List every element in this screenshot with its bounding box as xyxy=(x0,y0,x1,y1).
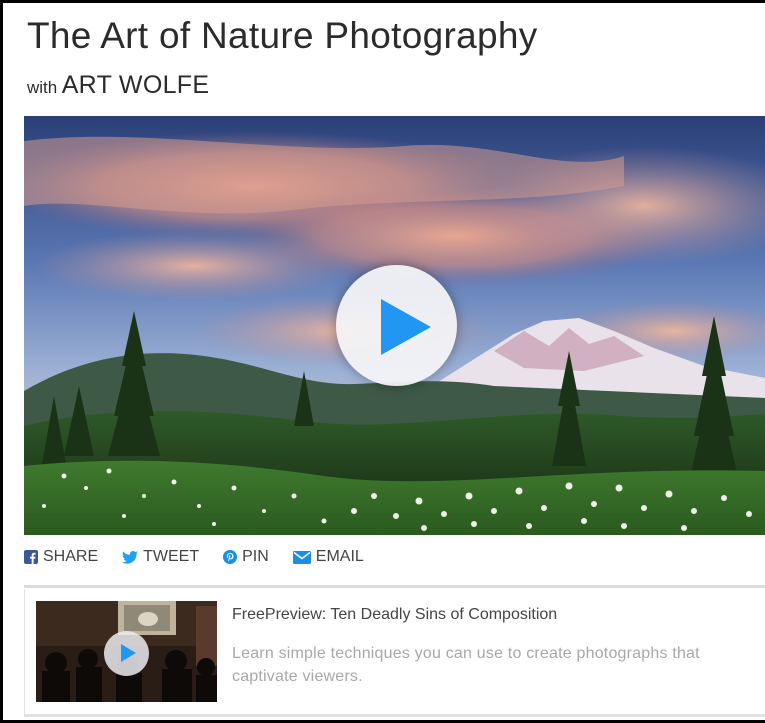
instructor-name[interactable]: ART WOLFE xyxy=(62,71,210,99)
share-bar: SHARE TWEET PIN EMAIL xyxy=(24,548,364,566)
preview-play-button[interactable] xyxy=(104,631,149,676)
pin-button[interactable]: PIN xyxy=(223,548,269,566)
preview-title[interactable]: FreePreview: Ten Deadly Sins of Composit… xyxy=(232,606,557,624)
tweet-button[interactable]: TWEET xyxy=(122,548,199,566)
free-preview-card[interactable]: FreePreview: Ten Deadly Sins of Composit… xyxy=(24,589,765,715)
email-button[interactable]: EMAIL xyxy=(292,548,364,566)
play-icon xyxy=(121,644,136,662)
twitter-icon xyxy=(122,550,139,564)
section-divider xyxy=(24,585,765,588)
share-facebook-button[interactable]: SHARE xyxy=(24,548,98,566)
pinterest-icon xyxy=(223,550,238,564)
course-title: The Art of Nature Photography xyxy=(27,15,538,56)
play-button[interactable] xyxy=(336,265,457,386)
email-label: EMAIL xyxy=(315,548,364,565)
email-icon xyxy=(292,550,311,564)
facebook-icon xyxy=(24,550,38,564)
bottom-divider xyxy=(24,715,765,717)
video-player[interactable] xyxy=(24,116,765,535)
preview-thumbnail[interactable] xyxy=(36,601,217,702)
preview-description: Learn simple techniques you can use to c… xyxy=(232,645,700,685)
page-frame: The Art of Nature Photography with ART W… xyxy=(3,3,765,720)
play-icon xyxy=(381,299,431,355)
with-prefix: with xyxy=(27,78,58,97)
instructor-line: with ART WOLFE xyxy=(27,71,209,100)
pin-label: PIN xyxy=(242,548,269,565)
tweet-label: TWEET xyxy=(143,548,200,565)
share-label: SHARE xyxy=(43,548,99,565)
